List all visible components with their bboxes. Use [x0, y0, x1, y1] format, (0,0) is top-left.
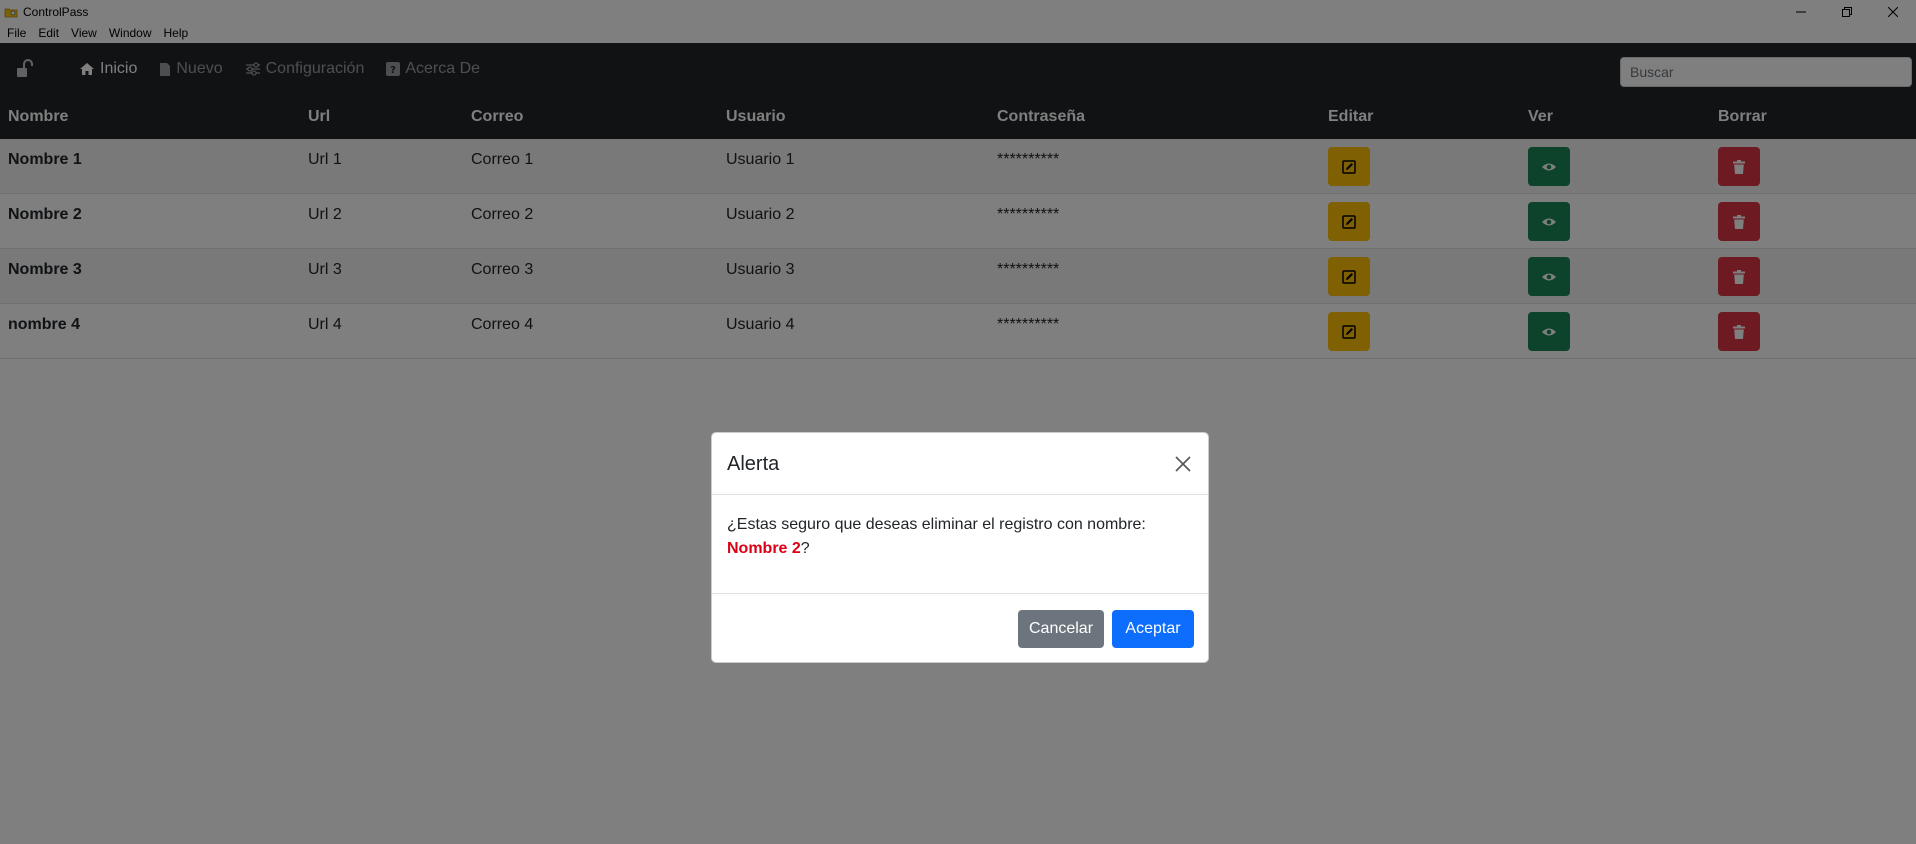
modal-suffix: ?: [800, 540, 810, 557]
modal-body: ¿Estas seguro que deseas eliminar el reg…: [727, 513, 1197, 561]
cancel-button[interactable]: Cancelar: [1018, 610, 1104, 648]
modal-record-name: Nombre 2: [727, 540, 801, 557]
modal-footer: Cancelar Aceptar: [712, 593, 1208, 664]
modal-header: Alerta: [712, 433, 1208, 495]
modal-title: Alerta: [727, 453, 780, 475]
alert-modal: Alerta ¿Estas seguro que deseas eliminar…: [711, 432, 1209, 663]
modal-backdrop[interactable]: [0, 0, 1916, 844]
modal-close-button[interactable]: [1170, 451, 1196, 477]
accept-button[interactable]: Aceptar: [1112, 610, 1194, 648]
close-icon: [1175, 456, 1191, 472]
modal-message: ¿Estas seguro que deseas eliminar el reg…: [727, 516, 1146, 533]
